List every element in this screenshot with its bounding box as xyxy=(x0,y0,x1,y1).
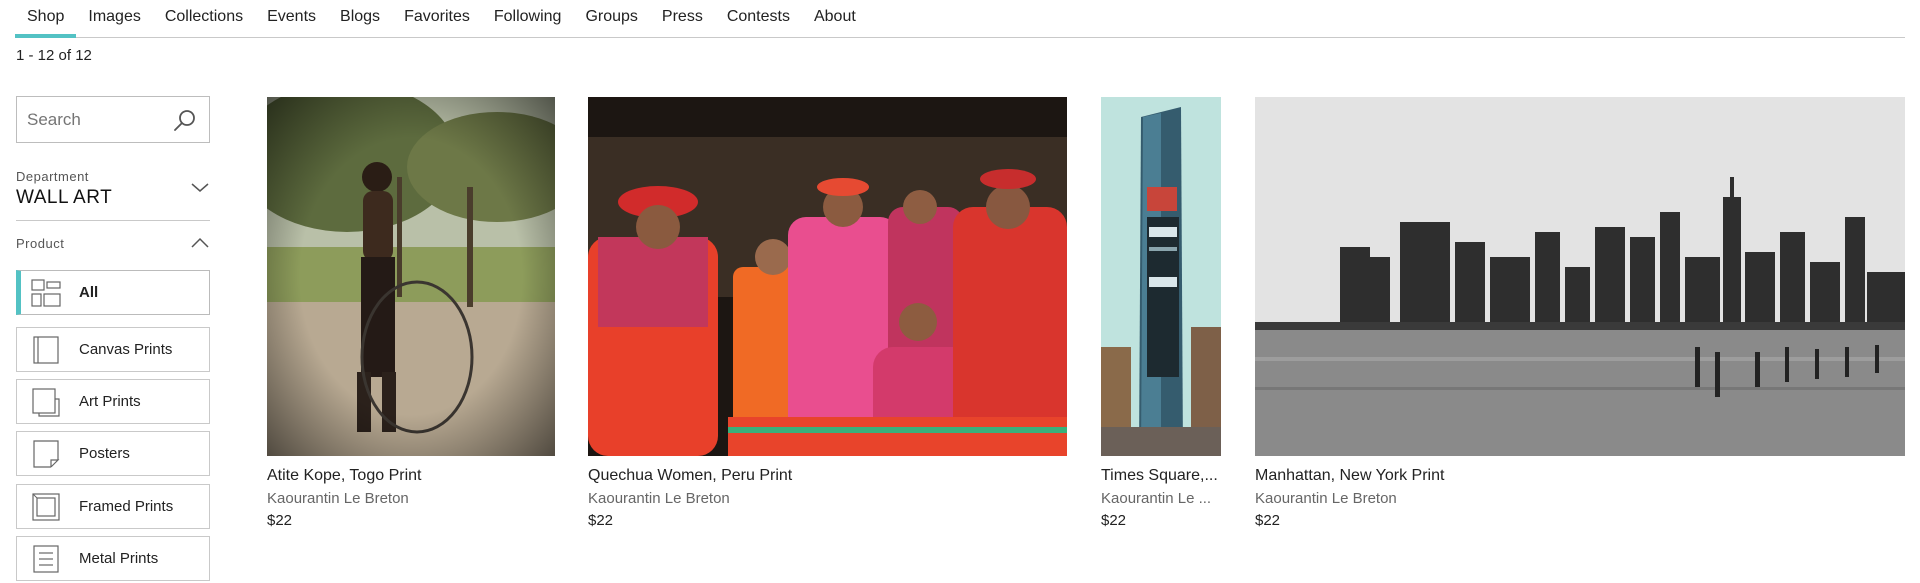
chevron-up-icon[interactable] xyxy=(190,236,210,250)
all-products-icon xyxy=(31,278,61,307)
product-title[interactable]: Atite Kope, Togo Print xyxy=(267,467,555,485)
product-filter-label: Framed Prints xyxy=(79,498,174,515)
product-filter-label: Art Prints xyxy=(79,393,141,410)
tab-about[interactable]: About xyxy=(802,0,868,38)
tab-contests[interactable]: Contests xyxy=(715,0,802,38)
tab-collections[interactable]: Collections xyxy=(153,0,255,38)
sidebar-divider xyxy=(16,220,210,221)
department-value[interactable]: WALL ART xyxy=(16,187,112,209)
product-label: Product xyxy=(16,236,65,251)
product-artist[interactable]: Kaourantin Le ... xyxy=(1101,490,1223,507)
search-input[interactable] xyxy=(17,109,167,130)
product-filter-posters[interactable]: Posters xyxy=(16,431,210,476)
product-image[interactable] xyxy=(1101,97,1221,456)
tab-shop[interactable]: Shop xyxy=(15,0,77,38)
tab-groups[interactable]: Groups xyxy=(573,0,649,38)
product-filter-framed-prints[interactable]: Framed Prints xyxy=(16,484,210,529)
product-filter-label: Canvas Prints xyxy=(79,341,173,358)
product-artist[interactable]: Kaourantin Le Breton xyxy=(588,490,1067,507)
product-filter-metal-prints[interactable]: Metal Prints xyxy=(16,536,210,581)
product-filter-canvas-prints[interactable]: Canvas Prints xyxy=(16,327,210,372)
product-price: $22 xyxy=(1255,512,1281,529)
tab-images[interactable]: Images xyxy=(76,0,152,38)
product-price: $22 xyxy=(267,512,293,529)
art-print-icon xyxy=(32,387,60,417)
tab-favorites[interactable]: Favorites xyxy=(392,0,482,38)
framed-print-icon xyxy=(32,492,60,521)
tab-events[interactable]: Events xyxy=(255,0,328,38)
search-icon[interactable] xyxy=(173,108,197,132)
product-artist[interactable]: Kaourantin Le Breton xyxy=(267,490,555,507)
top-nav: Shop Images Collections Events Blogs Fav… xyxy=(15,0,1905,38)
search-box xyxy=(16,96,210,143)
poster-icon xyxy=(33,439,60,468)
product-filter-art-prints[interactable]: Art Prints xyxy=(16,379,210,424)
product-title[interactable]: Quechua Women, Peru Print xyxy=(588,467,1067,485)
product-filter-label: Posters xyxy=(79,445,130,462)
product-image[interactable] xyxy=(588,97,1067,456)
product-price: $22 xyxy=(1101,512,1127,529)
metal-print-icon xyxy=(33,544,59,573)
product-price: $22 xyxy=(588,512,614,529)
product-filter-label: Metal Prints xyxy=(79,550,159,567)
tab-blogs[interactable]: Blogs xyxy=(328,0,392,38)
chevron-down-icon[interactable] xyxy=(190,181,210,195)
product-image[interactable] xyxy=(1255,97,1905,456)
department-label: Department xyxy=(16,169,89,184)
product-filter-all[interactable]: All xyxy=(16,270,210,315)
product-title[interactable]: Times Square,... xyxy=(1101,467,1223,485)
tab-following[interactable]: Following xyxy=(482,0,574,38)
product-artist[interactable]: Kaourantin Le Breton xyxy=(1255,490,1905,507)
product-image[interactable] xyxy=(267,97,555,456)
canvas-print-icon xyxy=(33,335,59,364)
tab-press[interactable]: Press xyxy=(650,0,715,38)
results-count: 1 - 12 of 12 xyxy=(16,47,92,64)
product-title[interactable]: Manhattan, New York Print xyxy=(1255,467,1905,485)
product-filter-label: All xyxy=(79,284,99,301)
